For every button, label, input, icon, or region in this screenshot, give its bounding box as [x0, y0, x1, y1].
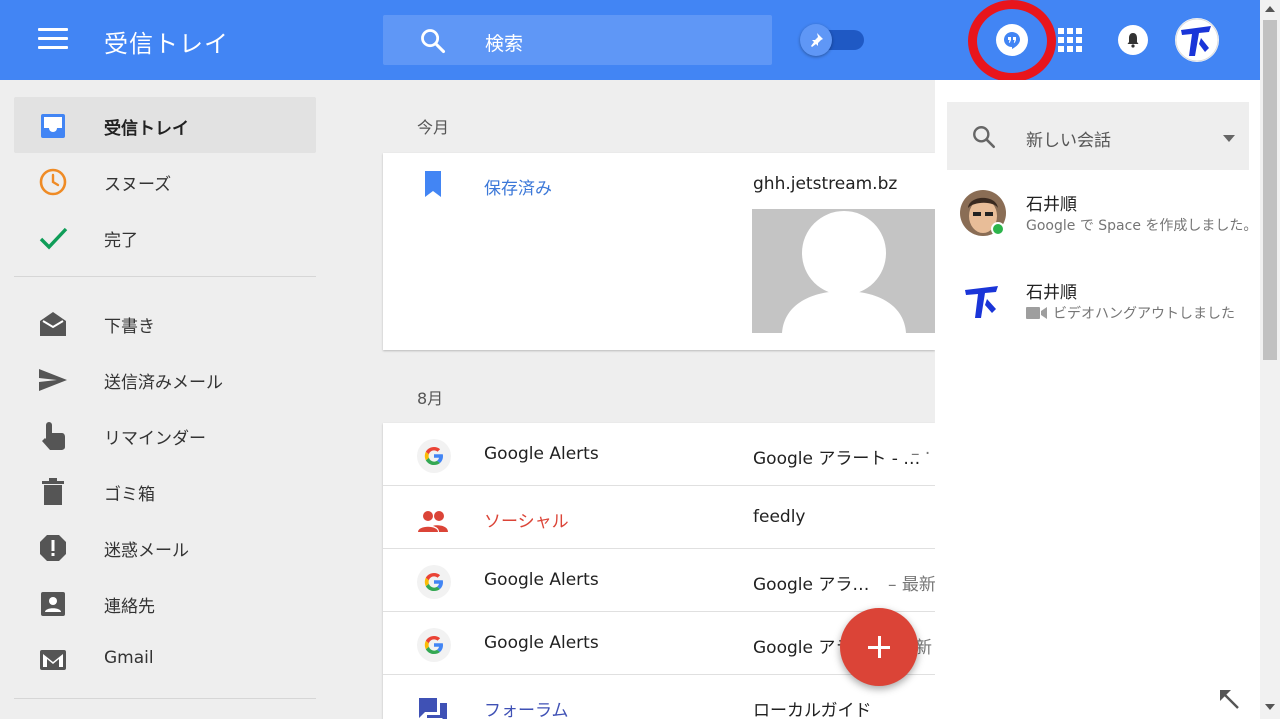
sidebar-item-gmail[interactable]: Gmail	[14, 631, 316, 687]
sidebar-item-label: 下書き	[104, 317, 155, 337]
search-placeholder: 検索	[485, 33, 524, 55]
google-g-icon	[417, 439, 451, 473]
search-input[interactable]: 検索	[383, 15, 772, 65]
checkmark-icon	[39, 227, 68, 250]
app-header: 受信トレイ 検索	[0, 0, 1280, 82]
search-icon	[973, 126, 996, 149]
sidebar: 受信トレイ スヌーズ 完了 下書き 送信済みメール リマインダー ゴミ箱 迷惑メ…	[0, 80, 330, 719]
social-people-icon	[418, 511, 448, 532]
email-subject: Google アラ	[753, 638, 853, 658]
sidebar-item-inbox[interactable]: 受信トレイ	[14, 97, 316, 153]
sidebar-item-label: スヌーズ	[104, 175, 172, 195]
contacts-icon	[41, 592, 65, 616]
sidebar-divider	[14, 276, 316, 277]
sidebar-item-label: 送信済みメール	[104, 373, 223, 393]
sidebar-item-snooze[interactable]: スヌーズ	[14, 153, 316, 209]
video-camera-icon	[1026, 307, 1047, 319]
sidebar-divider	[14, 698, 316, 699]
hangouts-icon[interactable]	[996, 24, 1028, 56]
notification-bell-icon[interactable]	[1118, 25, 1148, 55]
hangouts-panel: 新しい会話 石井順 Google で Space を作成しました。 石井順 ビデ…	[935, 80, 1260, 719]
google-g-icon	[417, 628, 451, 662]
email-sender: Google Alerts	[484, 633, 599, 653]
email-sender: Google Alerts	[484, 444, 599, 464]
inbox-icon	[41, 114, 65, 138]
account-avatar[interactable]	[1175, 18, 1219, 62]
email-sender: フォーラム	[484, 701, 569, 719]
chevron-down-icon[interactable]	[1223, 135, 1235, 142]
bundle-name: 保存済み	[484, 179, 552, 199]
placeholder-person-icon	[782, 211, 906, 333]
online-status-dot	[991, 222, 1005, 236]
new-conversation-button[interactable]: 新しい会話	[947, 102, 1249, 170]
saved-link-domain: ghh.jetstream.bz	[753, 174, 898, 194]
scrollbar-thumb[interactable]	[1263, 20, 1277, 360]
sidebar-item-sent[interactable]: 送信済みメール	[14, 351, 316, 407]
email-subject: Google アラート - …	[753, 449, 921, 469]
link-thumbnail[interactable]	[752, 209, 935, 333]
sidebar-item-spam[interactable]: 迷惑メール	[14, 519, 316, 575]
sidebar-item-drafts[interactable]: 下書き	[14, 295, 316, 351]
apps-grid-icon[interactable]	[1058, 28, 1082, 52]
contact-name: 石井順	[1026, 195, 1077, 215]
table-row[interactable]: Google Alerts Google アラ… – 最新	[383, 549, 936, 612]
sidebar-item-reminders[interactable]: リマインダー	[14, 407, 316, 463]
spam-icon	[40, 535, 66, 561]
sidebar-item-label: リマインダー	[104, 429, 206, 449]
email-sender: ソーシャル	[484, 512, 569, 532]
saved-bundle-card[interactable]: 保存済み ghh.jetstream.bz	[383, 153, 935, 350]
sidebar-item-label: 連絡先	[104, 597, 155, 617]
sidebar-item-label: 受信トレイ	[104, 119, 189, 139]
table-row[interactable]: ソーシャル feedly	[383, 486, 935, 549]
compose-button[interactable]	[840, 608, 918, 686]
conversation-preview: ビデオハングアウトしました	[1053, 306, 1235, 322]
conversation-preview: Google で Space を作成しました。	[1026, 218, 1258, 234]
google-g-icon	[417, 565, 451, 599]
contact-name: 石井順	[1026, 283, 1077, 303]
avatar	[960, 278, 1006, 324]
sidebar-item-label: 完了	[104, 231, 138, 251]
pin-toggle[interactable]	[800, 24, 864, 56]
scroll-up-arrow-icon[interactable]	[1265, 6, 1275, 12]
popout-arrow-icon[interactable]	[1218, 688, 1240, 710]
conversation-item[interactable]: 石井順 ビデオハングアウトしました	[935, 268, 1260, 348]
drafts-icon	[40, 312, 66, 336]
trash-icon	[42, 478, 64, 505]
clock-icon	[39, 168, 67, 196]
gmail-icon	[40, 650, 66, 670]
email-snippet: – ·	[911, 444, 931, 464]
section-label-august: 8月	[417, 389, 444, 408]
new-conversation-label: 新しい会話	[1026, 131, 1111, 151]
pin-icon	[800, 24, 832, 56]
page-scrollbar[interactable]	[1260, 0, 1280, 719]
table-row[interactable]: フォーラム ローカルガイド	[383, 675, 935, 719]
sidebar-item-label: Gmail	[104, 648, 154, 668]
email-snippet: – 最新	[888, 575, 936, 595]
reminder-finger-icon	[42, 422, 65, 450]
sidebar-item-label: ゴミ箱	[104, 485, 155, 505]
sidebar-item-done[interactable]: 完了	[14, 209, 316, 265]
conversation-item[interactable]: 石井順 Google で Space を作成しました。	[935, 180, 1260, 260]
sidebar-item-contacts[interactable]: 連絡先	[14, 575, 316, 631]
sidebar-item-trash[interactable]: ゴミ箱	[14, 463, 316, 519]
menu-icon[interactable]	[38, 28, 68, 52]
email-subject: Google アラ…	[753, 575, 870, 595]
sidebar-item-label: 迷惑メール	[104, 541, 189, 561]
scroll-down-arrow-icon[interactable]	[1265, 704, 1275, 710]
bookmark-icon	[425, 171, 441, 197]
table-row[interactable]: Google Alerts Google アラート - … – ·	[383, 423, 935, 486]
email-sender: Google Alerts	[484, 570, 599, 590]
page-title: 受信トレイ	[104, 30, 229, 58]
search-icon	[421, 29, 446, 54]
forum-icon	[419, 698, 447, 719]
email-subject: feedly	[753, 507, 806, 527]
send-icon	[39, 369, 67, 391]
section-label-this-month: 今月	[417, 118, 450, 137]
email-subject: ローカルガイド	[753, 701, 872, 719]
